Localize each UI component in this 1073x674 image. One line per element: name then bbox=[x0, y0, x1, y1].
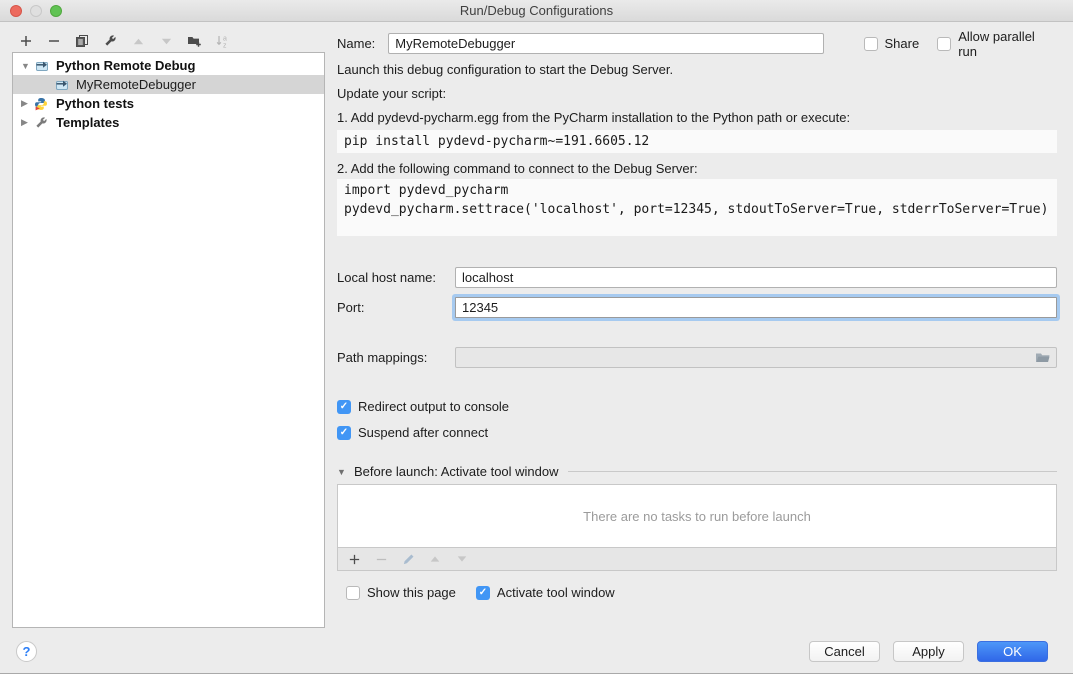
configuration-editor: Name: Share Allow parallel run Launch th… bbox=[337, 22, 1057, 600]
show-this-page-checkbox[interactable]: Show this page bbox=[346, 585, 456, 600]
tree-item-label: Python tests bbox=[56, 96, 134, 111]
help-question-icon: ? bbox=[23, 644, 31, 659]
tasks-toolbar bbox=[337, 548, 1057, 571]
svg-text:a: a bbox=[223, 36, 227, 43]
ok-button[interactable]: OK bbox=[977, 641, 1048, 662]
edit-task-pencil-icon[interactable] bbox=[400, 551, 416, 567]
zoom-window-icon[interactable] bbox=[50, 5, 62, 17]
redirect-output-checkbox[interactable]: Redirect output to console bbox=[337, 399, 1057, 414]
tree-item-templates[interactable]: ▶ Templates bbox=[13, 113, 324, 132]
before-launch-title: Before launch: Activate tool window bbox=[354, 464, 559, 479]
update-script-text: Update your script: bbox=[337, 86, 1057, 102]
show-this-page-checkbox-box[interactable] bbox=[346, 586, 360, 600]
intro-text: Launch this debug configuration to start… bbox=[337, 62, 1057, 78]
help-button[interactable]: ? bbox=[16, 641, 37, 662]
chevron-right-icon[interactable]: ▶ bbox=[21, 117, 34, 128]
path-mappings-label: Path mappings: bbox=[337, 350, 455, 365]
redirect-output-checkbox-box[interactable] bbox=[337, 400, 351, 414]
suspend-after-connect-label: Suspend after connect bbox=[358, 425, 488, 440]
python-tests-icon bbox=[34, 96, 51, 111]
activate-tool-window-checkbox[interactable]: Activate tool window bbox=[476, 585, 615, 600]
sort-alphabetically-icon[interactable]: a z bbox=[214, 33, 230, 49]
empty-tasks-text: There are no tasks to run before launch bbox=[583, 509, 811, 524]
copy-configuration-icon[interactable] bbox=[74, 33, 90, 49]
configurations-tree: ▼ Python Remote Debug MyRemoteDebugger ▶… bbox=[12, 52, 325, 628]
suspend-after-connect-checkbox-box[interactable] bbox=[337, 426, 351, 440]
port-label: Port: bbox=[337, 300, 455, 315]
remote-debug-icon bbox=[34, 58, 51, 73]
tree-item-myremotedebugger[interactable]: MyRemoteDebugger bbox=[13, 75, 324, 94]
share-label: Share bbox=[885, 36, 920, 51]
share-checkbox[interactable]: Share bbox=[864, 36, 920, 51]
path-mappings-field bbox=[455, 347, 1057, 368]
local-host-name-label: Local host name: bbox=[337, 270, 455, 285]
move-task-up-icon[interactable] bbox=[427, 551, 443, 567]
collapse-triangle-icon[interactable]: ▼ bbox=[337, 467, 354, 477]
allow-parallel-run-checkbox[interactable]: Allow parallel run bbox=[937, 29, 1057, 59]
before-launch-task-list: There are no tasks to run before launch bbox=[337, 484, 1057, 548]
allow-parallel-run-checkbox-box[interactable] bbox=[937, 37, 951, 51]
name-label: Name: bbox=[337, 36, 375, 51]
browse-folder-icon[interactable] bbox=[1035, 351, 1051, 364]
separator-line bbox=[568, 471, 1057, 472]
tree-item-label: Python Remote Debug bbox=[56, 58, 195, 73]
window-title: Run/Debug Configurations bbox=[0, 0, 1073, 21]
cancel-button[interactable]: Cancel bbox=[809, 641, 880, 662]
step2-text: 2. Add the following command to connect … bbox=[337, 161, 1057, 177]
port-input[interactable] bbox=[455, 297, 1057, 318]
edit-templates-wrench-icon[interactable] bbox=[102, 33, 118, 49]
step1-text: 1. Add pydevd-pycharm.egg from the PyCha… bbox=[337, 110, 1057, 126]
minimize-window-icon bbox=[30, 5, 42, 17]
add-configuration-icon[interactable] bbox=[18, 33, 34, 49]
activate-tool-window-label: Activate tool window bbox=[497, 585, 615, 600]
local-host-name-input[interactable] bbox=[455, 267, 1057, 288]
allow-parallel-run-label: Allow parallel run bbox=[958, 29, 1057, 59]
redirect-output-label: Redirect output to console bbox=[358, 399, 509, 414]
settrace-code: import pydevd_pycharm pydevd_pycharm.set… bbox=[337, 179, 1057, 236]
chevron-down-icon[interactable]: ▼ bbox=[21, 61, 34, 71]
before-launch-header[interactable]: ▼ Before launch: Activate tool window bbox=[337, 464, 1057, 479]
activate-tool-window-checkbox-box[interactable] bbox=[476, 586, 490, 600]
new-folder-icon[interactable] bbox=[186, 33, 202, 49]
title-bar: Run/Debug Configurations bbox=[0, 0, 1073, 22]
name-input[interactable] bbox=[388, 33, 823, 54]
remove-task-icon[interactable] bbox=[373, 551, 389, 567]
pip-install-code: pip install pydevd-pycharm~=191.6605.12 bbox=[337, 130, 1057, 153]
svg-text:z: z bbox=[223, 43, 227, 49]
chevron-right-icon[interactable]: ▶ bbox=[21, 98, 34, 109]
suspend-after-connect-checkbox[interactable]: Suspend after connect bbox=[337, 425, 1057, 440]
show-this-page-label: Show this page bbox=[367, 585, 456, 600]
close-window-icon[interactable] bbox=[10, 5, 22, 17]
apply-button[interactable]: Apply bbox=[893, 641, 964, 662]
tree-item-python-remote-debug[interactable]: ▼ Python Remote Debug bbox=[13, 56, 324, 75]
settrace-code-line2: pydevd_pycharm.settrace('localhost', por… bbox=[344, 200, 1050, 219]
tree-item-label: Templates bbox=[56, 115, 119, 130]
move-down-icon[interactable] bbox=[158, 33, 174, 49]
dialog-buttons: Cancel Apply OK bbox=[809, 641, 1048, 662]
add-task-icon[interactable] bbox=[346, 551, 362, 567]
share-checkbox-box[interactable] bbox=[864, 37, 878, 51]
configurations-toolbar: a z bbox=[18, 31, 230, 51]
move-task-down-icon[interactable] bbox=[454, 551, 470, 567]
settrace-code-line1: import pydevd_pycharm bbox=[344, 181, 1050, 200]
tree-item-label: MyRemoteDebugger bbox=[76, 77, 196, 92]
remove-configuration-icon[interactable] bbox=[46, 33, 62, 49]
remote-debug-icon bbox=[54, 77, 71, 92]
move-up-icon[interactable] bbox=[130, 33, 146, 49]
tree-item-python-tests[interactable]: ▶ Python tests bbox=[13, 94, 324, 113]
templates-wrench-icon bbox=[34, 115, 51, 130]
